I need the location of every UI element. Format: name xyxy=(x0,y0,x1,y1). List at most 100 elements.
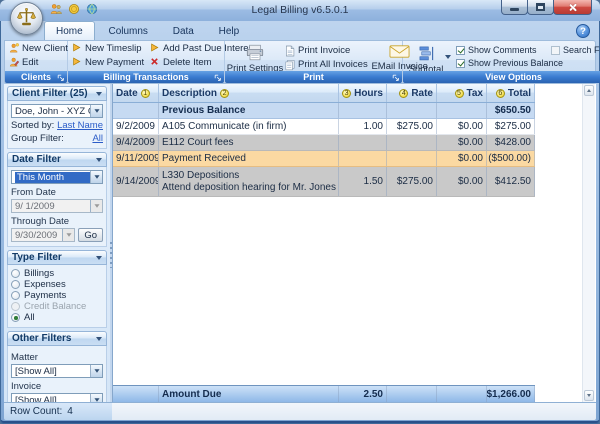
ribbon-item-print-invoice[interactable]: Print Invoice xyxy=(285,45,368,55)
type-options: BillingsExpensesPaymentsCredit BalanceAl… xyxy=(7,265,107,328)
tab-columns[interactable]: Columns xyxy=(97,22,158,41)
sorted-by-link[interactable]: Last Name xyxy=(57,120,103,131)
dropdown-button[interactable] xyxy=(90,171,102,183)
radio-icon xyxy=(11,280,20,289)
cell-rate: $275.00 xyxy=(387,119,437,134)
ribbon-item-label: New Client xyxy=(22,43,68,54)
table-row[interactable]: 9/4/2009E112 Court fees$0.00$428.00 xyxy=(113,135,535,151)
cell-hours xyxy=(339,151,387,166)
ribbon-item-new-timeslip[interactable]: New Timeslip xyxy=(72,43,144,53)
other-filters-header[interactable]: Other Filters xyxy=(7,331,107,346)
column-header-hours[interactable]: 3Hours xyxy=(339,84,387,102)
ribbon-item-print-all-invoices[interactable]: Print All Invoices xyxy=(285,59,368,69)
row-count-section: Row Count: 4 xyxy=(4,403,112,420)
date-preset-select[interactable]: This Month xyxy=(11,170,103,184)
column-badge: 6 xyxy=(496,89,505,98)
tab-home[interactable]: Home xyxy=(44,21,95,40)
group-caption-label: Billing Transactions xyxy=(103,72,189,82)
cell-tax: $0.00 xyxy=(437,135,487,150)
cell-total: ($500.00) xyxy=(487,151,535,166)
grid-rows: Previous Balance$650.509/2/2009A105 Comm… xyxy=(113,103,596,197)
invoice-value: [Show All] xyxy=(15,395,90,403)
cell-tax: $0.00 xyxy=(437,167,487,196)
column-header-rate[interactable]: 4Rate xyxy=(387,84,437,102)
radio-expenses[interactable]: Expenses xyxy=(11,279,103,290)
grid-header-row: Date1Description23Hours4Rate5Tax6Total xyxy=(113,84,535,103)
globe-icon[interactable] xyxy=(86,3,98,15)
billing-grid: Date1Description23Hours4Rate5Tax6Total P… xyxy=(112,84,596,402)
ribbon-item-label: Delete Item xyxy=(163,57,212,68)
type-filter-header[interactable]: Type Filter xyxy=(7,250,107,265)
column-header-tax[interactable]: 5Tax xyxy=(437,84,487,102)
column-header-label: Total xyxy=(508,88,531,99)
tab-help[interactable]: Help xyxy=(208,22,251,41)
dialog-launcher-icon[interactable] xyxy=(214,73,222,81)
new-client-button[interactable]: New Client xyxy=(9,43,63,53)
date-filter-header[interactable]: Date Filter xyxy=(7,152,107,167)
app-menu-button[interactable] xyxy=(10,2,43,35)
clients-icon[interactable] xyxy=(50,3,62,15)
close-button[interactable] xyxy=(553,0,592,15)
vertical-scrollbar[interactable] xyxy=(582,84,595,402)
radio-billings[interactable]: Billings xyxy=(11,268,103,279)
client-filter-select[interactable]: Doe, John - XYZ Corporation xyxy=(11,104,103,118)
checkbox-show-previous-balance[interactable]: Show Previous Balance xyxy=(456,58,546,68)
dialog-launcher-icon[interactable] xyxy=(392,73,400,81)
calendar-dropdown-button[interactable] xyxy=(62,229,74,241)
checkbox-show-comments[interactable]: Show Comments xyxy=(456,45,546,55)
edit-client-button[interactable]: Edit xyxy=(9,57,63,67)
yellow-arrow-icon xyxy=(72,43,82,53)
scroll-down-button[interactable] xyxy=(584,390,594,401)
other-filters-panel: Other Filters Matter[Show All]Invoice[Sh… xyxy=(7,331,107,402)
client-filter-header[interactable]: Client Filter (25) xyxy=(7,86,107,101)
through-date-input[interactable]: 9/30/2009 xyxy=(11,228,75,242)
ribbon-item-new-payment[interactable]: New Payment xyxy=(72,57,144,67)
radio-all[interactable]: All xyxy=(11,312,103,323)
ribbon-item-label: Edit xyxy=(22,57,38,68)
payment-icon[interactable] xyxy=(68,3,80,15)
column-header-total[interactable]: 6Total xyxy=(487,84,535,102)
minimize-button[interactable] xyxy=(501,0,528,15)
table-row[interactable]: Previous Balance$650.50 xyxy=(113,103,535,119)
help-button[interactable]: ? xyxy=(576,24,590,38)
new-client-icon xyxy=(9,43,19,53)
amount-due-row: Amount Due 2.50 $1,266.00 xyxy=(113,385,535,402)
column-header-label: Date xyxy=(116,88,138,99)
column-header-description[interactable]: Description2 xyxy=(159,84,339,102)
client-filter-value: Doe, John - XYZ Corporation xyxy=(15,106,90,117)
matter-label: Matter xyxy=(11,352,103,363)
amount-due-label: Amount Due xyxy=(159,386,339,402)
dropdown-button[interactable] xyxy=(90,365,102,377)
dialog-launcher-icon[interactable] xyxy=(57,73,65,81)
group-filter-link[interactable]: All xyxy=(92,133,103,144)
go-button[interactable]: Go xyxy=(78,228,103,242)
dropdown-button[interactable] xyxy=(90,394,102,402)
table-row[interactable]: 9/14/2009L330 DepositionsAttend depositi… xyxy=(113,167,535,197)
cell-hours xyxy=(339,135,387,150)
cell-date: 9/2/2009 xyxy=(113,119,159,134)
cell-date: 9/4/2009 xyxy=(113,135,159,150)
dropdown-button[interactable] xyxy=(90,105,102,117)
app-window: Legal Billing v6.5.0.1 Home Columns Data… xyxy=(0,0,600,424)
print-settings-button[interactable]: Print Settings xyxy=(229,43,281,69)
radio-label: Payments xyxy=(24,290,66,301)
table-row[interactable]: 9/11/2009Payment Received$0.00($500.00) xyxy=(113,151,535,167)
column-header-date[interactable]: Date1 xyxy=(113,84,159,102)
from-date-input[interactable]: 9/ 1/2009 xyxy=(11,199,103,213)
printer-icon xyxy=(245,44,265,61)
cell-total: $650.50 xyxy=(487,103,535,118)
calendar-dropdown-button[interactable] xyxy=(90,200,102,212)
maximize-button[interactable] xyxy=(527,0,554,15)
checkbox-icon xyxy=(456,46,465,55)
chevron-down-icon xyxy=(96,337,102,341)
search-footer-checkbox[interactable]: Search Footer xyxy=(551,45,600,55)
matter-select[interactable]: [Show All] xyxy=(11,364,103,378)
invoice-select[interactable]: [Show All] xyxy=(11,393,103,402)
tab-data[interactable]: Data xyxy=(162,22,205,41)
subtotal-dropdown-arrow[interactable] xyxy=(445,55,451,59)
radio-payments[interactable]: Payments xyxy=(11,290,103,301)
table-row[interactable]: 9/2/2009A105 Communicate (in firm)1.00$2… xyxy=(113,119,535,135)
checkbox-icon xyxy=(551,46,560,55)
scroll-up-button[interactable] xyxy=(584,85,594,96)
matter-value: [Show All] xyxy=(15,366,90,377)
